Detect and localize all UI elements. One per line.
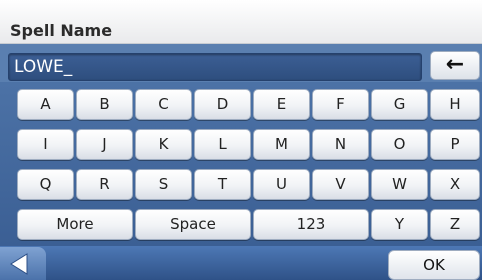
key-d[interactable]: D (194, 89, 251, 120)
key-a[interactable]: A (17, 89, 74, 120)
key-o[interactable]: O (371, 129, 428, 160)
key-p[interactable]: P (430, 129, 480, 160)
backspace-button[interactable]: ← (430, 51, 480, 80)
page-title: Spell Name (10, 21, 113, 40)
header-bar: Spell Name (0, 0, 482, 44)
key-r[interactable]: R (76, 169, 133, 200)
key-f[interactable]: F (312, 89, 369, 120)
key-s[interactable]: S (135, 169, 192, 200)
back-button[interactable] (0, 247, 46, 280)
key-i[interactable]: I (17, 129, 74, 160)
left-triangle-icon (10, 253, 28, 275)
key-g[interactable]: G (371, 89, 428, 120)
left-arrow-icon: ← (445, 52, 465, 77)
key-q[interactable]: Q (17, 169, 74, 200)
key-t[interactable]: T (194, 169, 251, 200)
key-b[interactable]: B (76, 89, 133, 120)
key-v[interactable]: V (312, 169, 369, 200)
key-e[interactable]: E (253, 89, 310, 120)
key-y[interactable]: Y (371, 209, 428, 240)
key-c[interactable]: C (135, 89, 192, 120)
key-x[interactable]: X (430, 169, 480, 200)
more-button[interactable]: More (17, 209, 133, 240)
key-j[interactable]: J (76, 129, 133, 160)
key-h[interactable]: H (430, 89, 480, 120)
space-button[interactable]: Space (135, 209, 251, 240)
ok-button[interactable]: OK (388, 250, 480, 280)
key-w[interactable]: W (371, 169, 428, 200)
name-entry-field[interactable]: LOWE_ (8, 53, 422, 81)
key-n[interactable]: N (312, 129, 369, 160)
key-z[interactable]: Z (430, 209, 480, 240)
key-l[interactable]: L (194, 129, 251, 160)
key-k[interactable]: K (135, 129, 192, 160)
keyboard: A B C D E F G H I J K L M N O P Q R S T … (0, 82, 482, 246)
numbers-button[interactable]: 123 (253, 209, 369, 240)
key-m[interactable]: M (253, 129, 310, 160)
key-u[interactable]: U (253, 169, 310, 200)
